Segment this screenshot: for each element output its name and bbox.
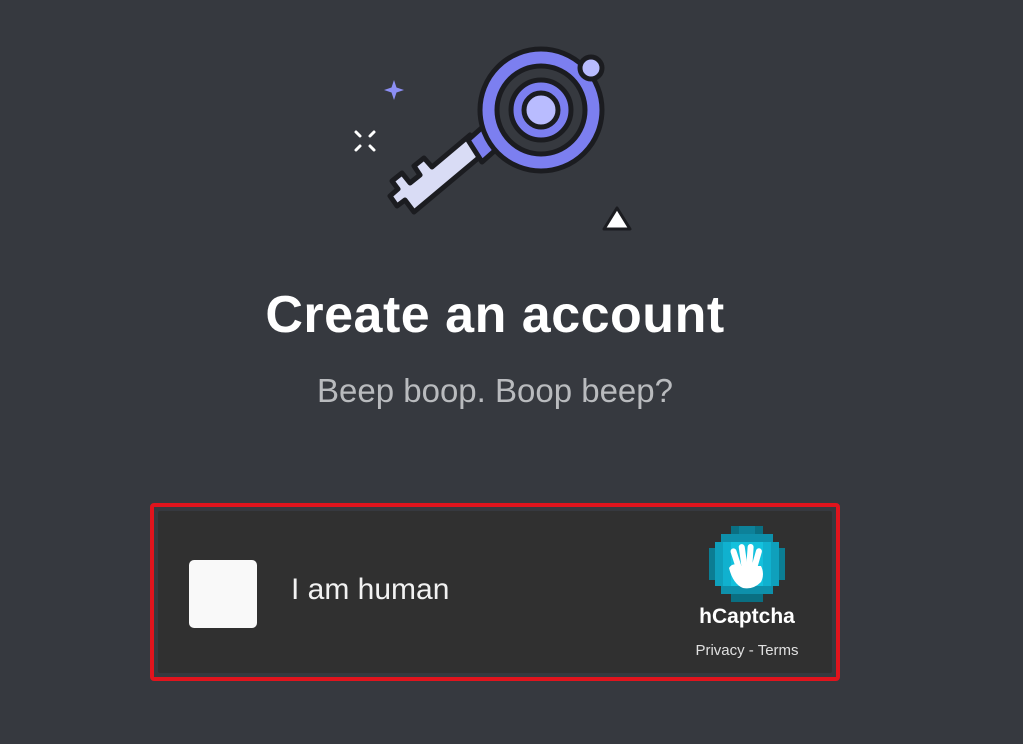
human-verification-checkbox[interactable] [189, 560, 257, 628]
asterisk-sparkle-icon [354, 130, 376, 152]
key-icon [387, 46, 605, 215]
create-account-page: Create an account Beep boop. Boop beep? … [0, 0, 1023, 744]
hcaptcha-widget: I am human hCaptcha Privacy - Terms [158, 511, 832, 673]
sparkle-icon [384, 80, 404, 100]
captcha-legal-links: Privacy - Terms [658, 642, 836, 659]
page-subtitle: Beep boop. Boop beep? [317, 372, 673, 409]
hcaptcha-hand-icon [709, 526, 785, 602]
triangle-icon [602, 206, 632, 231]
terms-link[interactable]: Terms [758, 642, 799, 659]
captcha-highlight-frame: I am human hCaptcha Privacy - Terms [150, 503, 840, 681]
key-illustration [354, 46, 632, 231]
hcaptcha-brand: hCaptcha [699, 605, 795, 628]
page-title: Create an account [265, 286, 725, 344]
checkbox-label[interactable]: I am human [291, 573, 449, 607]
privacy-link[interactable]: Privacy [695, 642, 744, 659]
link-separator: - [744, 642, 758, 659]
